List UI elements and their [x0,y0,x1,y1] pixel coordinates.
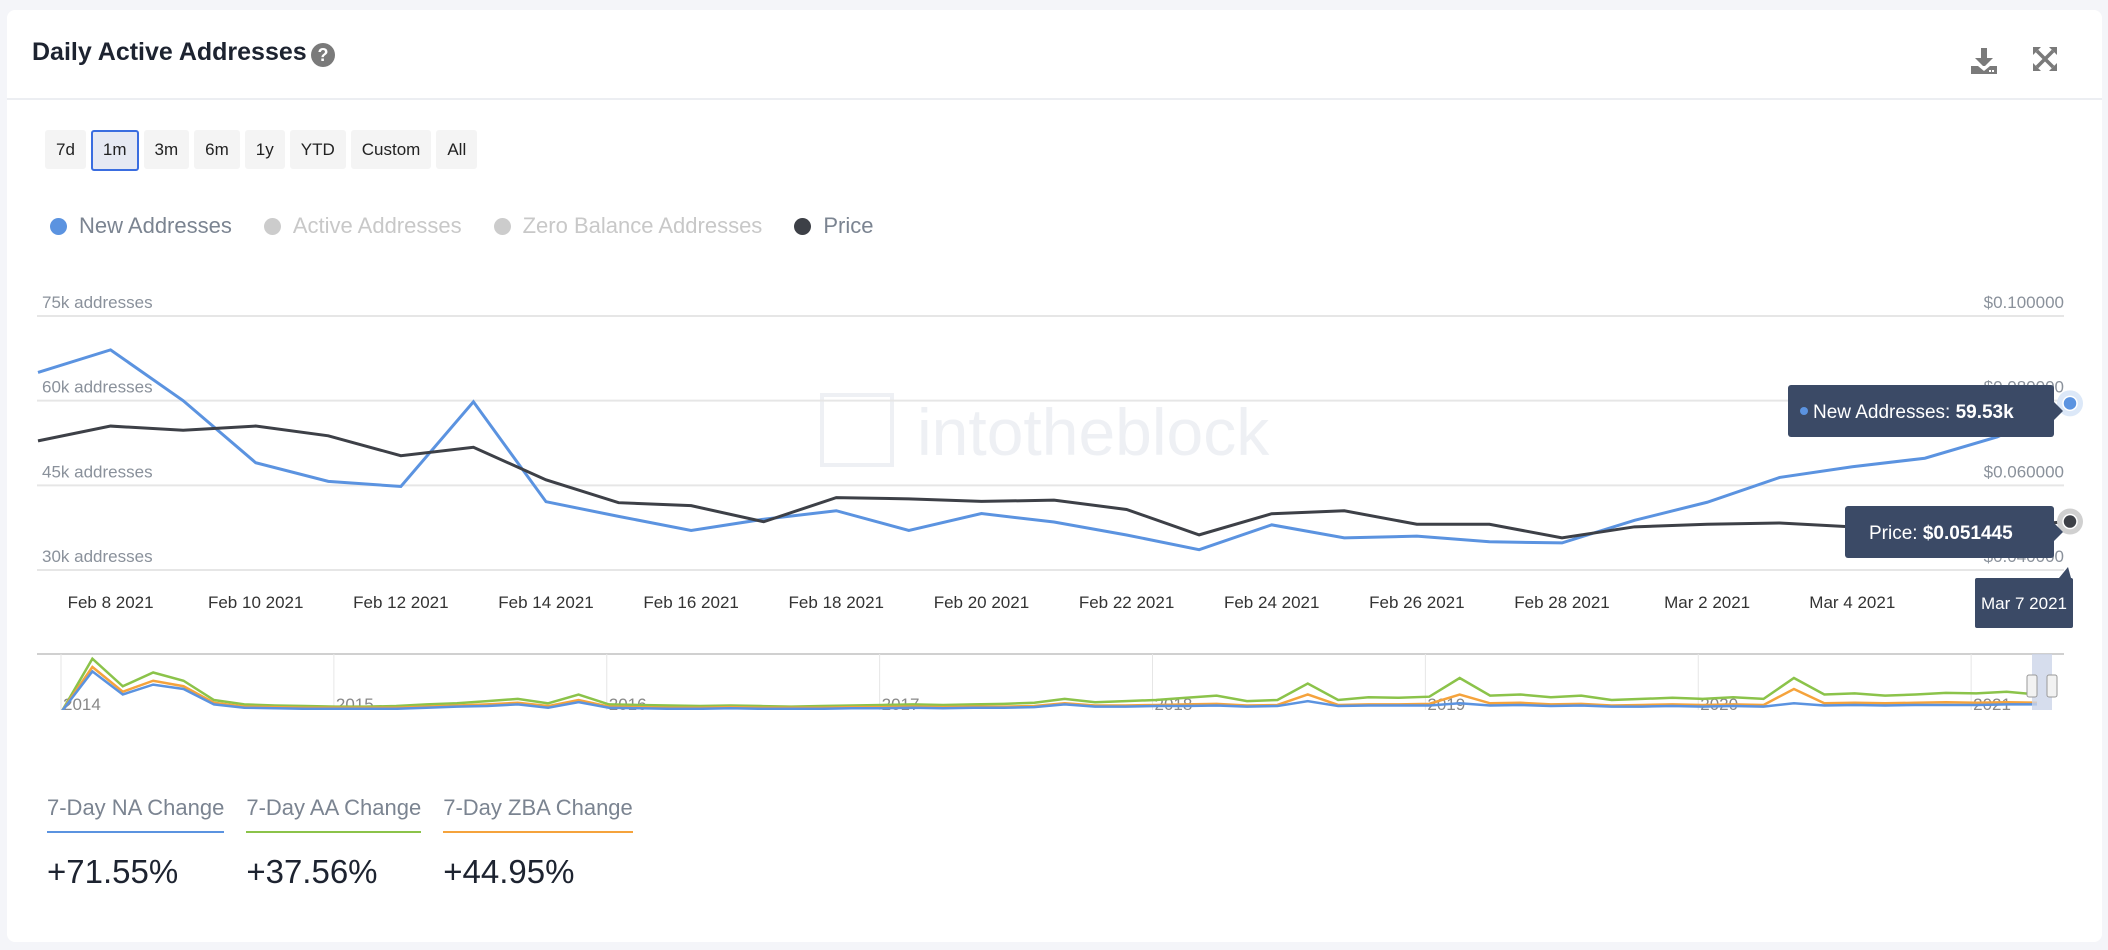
x-tick-label: Feb 28 2021 [1514,593,1609,612]
daily-active-addresses-card: Daily Active Addresses ? 7d 1m 3m 6m 1y YTD Cu… [7,10,2102,942]
y-right-tick: $0.060000 [1984,462,2064,481]
tooltip-value: $0.051445 [1923,523,2013,544]
x-tick-label: Feb 10 2021 [208,593,303,612]
navigator-handle-right[interactable] [2046,674,2058,698]
stat-value: +37.56% [246,853,378,890]
stats-row: 7-Day NA Change +71.55% 7-Day AA Change +37… [47,795,633,891]
y-left-tick: 60k addresses [42,378,153,397]
stat-label: 7-Day ZBA Change [443,795,633,833]
data-point-new-addresses [2062,395,2078,412]
tooltip-label: Price: [1869,523,1923,544]
date-tooltip: Mar 7 2021 [1975,567,2073,628]
x-tick-label: Feb 8 2021 [68,593,154,612]
tooltip-date: Mar 7 2021 [1981,594,2067,613]
data-point-price [2062,513,2078,530]
tooltip-label: New Addresses: [1813,402,1956,423]
stat-2: 7-Day ZBA Change +44.95% [443,795,633,891]
tooltip: New Addresses: 59.53k [1788,385,2063,437]
x-tick-label: Feb 14 2021 [498,593,593,612]
stat-value: +44.95% [443,853,575,890]
x-tick-label: Feb 26 2021 [1369,593,1464,612]
stat-value: +71.55% [47,853,179,890]
stat-1: 7-Day AA Change +37.56% [246,795,422,891]
watermark-logo-icon [820,393,894,467]
tooltip-dot-icon [1800,407,1808,415]
x-tick-label: Feb 20 2021 [934,593,1029,612]
tooltip-text: Price: $0.051445 [1869,523,2013,544]
navigator-handle-left[interactable] [2026,674,2038,698]
tooltip-text: New Addresses: 59.53k [1813,402,2014,423]
stat-0: 7-Day NA Change +71.55% [47,795,225,891]
x-tick-label: Feb 24 2021 [1224,593,1319,612]
y-left-tick: 30k addresses [42,547,153,566]
x-tick-label: Feb 22 2021 [1079,593,1174,612]
x-tick-label: Feb 12 2021 [353,593,448,612]
x-tick-label: Feb 16 2021 [643,593,738,612]
tooltip-arrow [2059,567,2071,578]
y-right-tick: $0.100000 [1984,293,2064,312]
line-chart: intotheblock30k addresses$0.04000045k ad… [37,293,2083,710]
watermark-text: intotheblock [917,395,1270,469]
tooltip: Price: $0.051445 [1845,506,2063,558]
y-left-tick: 45k addresses [42,462,153,481]
tooltip-value: 59.53k [1956,402,2015,423]
stat-label: 7-Day AA Change [246,795,422,833]
x-tick-label: Feb 18 2021 [789,593,884,612]
x-tick-label: Mar 4 2021 [1809,593,1895,612]
x-tick-label: Mar 2 2021 [1664,593,1750,612]
stat-label: 7-Day NA Change [47,795,225,833]
y-left-tick: 75k addresses [42,293,153,312]
